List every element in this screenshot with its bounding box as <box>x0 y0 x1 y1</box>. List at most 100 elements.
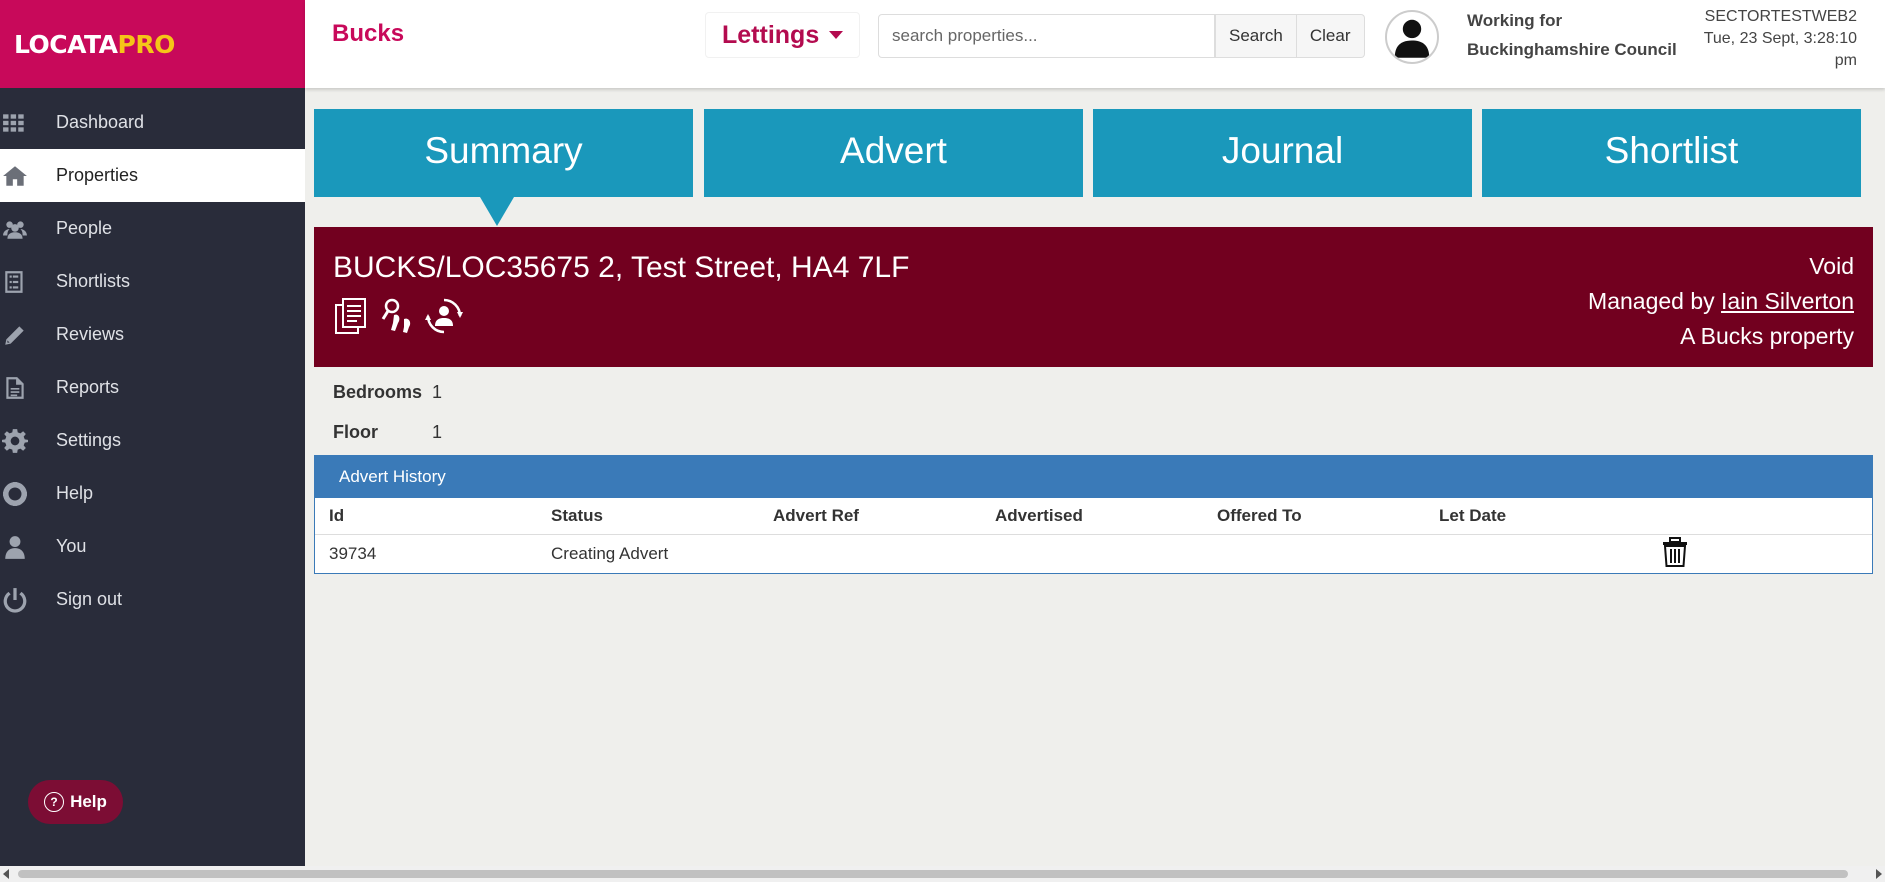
column-header-offered-to[interactable]: Offered To <box>1203 498 1425 535</box>
property-meta: Void Managed by Iain Silverton A Bucks p… <box>1588 249 1854 354</box>
logo[interactable]: LOCATAPRO <box>0 0 305 88</box>
table-row[interactable]: 39734 Creating Advert <box>315 535 1872 574</box>
cell-offered-to <box>1203 535 1425 574</box>
inspection-icon[interactable] <box>379 297 417 335</box>
server-name: SECTORTESTWEB2 <box>1704 8 1857 25</box>
lifebuoy-icon <box>0 481 56 507</box>
organisation-title: Bucks <box>332 20 405 47</box>
people-icon <box>0 216 56 242</box>
detail-value: 1 <box>432 421 443 442</box>
logo-main: LOCATA <box>14 29 118 59</box>
help-button[interactable]: ? Help <box>28 780 123 824</box>
search-button[interactable]: Search <box>1215 14 1297 58</box>
sidebar-item-settings[interactable]: Settings <box>0 414 305 467</box>
sidebar-item-shortlists[interactable]: Shortlists <box>0 255 305 308</box>
working-for-label: Working for <box>1467 11 1563 30</box>
house-icon <box>0 163 56 189</box>
column-header-actions <box>1647 498 1872 535</box>
managed-by-prefix: Managed by <box>1588 288 1722 314</box>
property-actions <box>333 297 463 335</box>
cell-id: 39734 <box>329 544 377 563</box>
property-status: Void <box>1809 253 1854 279</box>
server-info: SECTORTESTWEB2 Tue, 23 Sept, 3:28:10 pm <box>1704 6 1857 72</box>
sidebar-item-label: Dashboard <box>56 112 145 132</box>
top-header: Bucks Lettings Search Clear Working for … <box>305 0 1885 88</box>
scroll-right-icon[interactable] <box>1876 869 1882 879</box>
sidebar-item-you[interactable]: You <box>0 520 305 573</box>
tab-journal[interactable]: Journal <box>1093 109 1472 197</box>
pencil-icon <box>0 322 56 348</box>
column-header-advertised[interactable]: Advertised <box>981 498 1203 535</box>
managed-by: Managed by Iain Silverton <box>1588 284 1854 319</box>
module-dropdown-label: Lettings <box>722 20 820 49</box>
working-for-org: Buckinghamshire Council <box>1467 40 1677 59</box>
sidebar-item-label: You <box>56 536 87 556</box>
search-input[interactable] <box>878 14 1215 58</box>
scroll-left-icon[interactable] <box>3 869 9 879</box>
sidebar-item-reviews[interactable]: Reviews <box>0 308 305 361</box>
module-dropdown[interactable]: Lettings <box>705 12 861 58</box>
gear-icon <box>0 428 56 454</box>
advert-history-table: Id Status Advert Ref Advertised Offered … <box>315 498 1872 573</box>
sidebar-item-label: People <box>56 218 113 238</box>
sidebar-item-dashboard[interactable]: Dashboard <box>0 96 305 149</box>
cell-let-date <box>1425 535 1647 574</box>
sidebar-item-sign-out[interactable]: Sign out <box>0 573 305 626</box>
property-banner: BUCKS/LOC35675 2, Test Street, HA4 7LF V… <box>314 227 1873 367</box>
tab-advert[interactable]: Advert <box>704 109 1083 197</box>
caret-down-icon <box>829 31 844 39</box>
datetime: Tue, 23 Sept, 3:28:10 <box>1703 30 1857 47</box>
sidebar-item-properties[interactable]: Properties <box>0 149 305 202</box>
manager-link[interactable]: Iain Silverton <box>1721 288 1854 314</box>
column-header-id[interactable]: Id <box>315 498 537 535</box>
scrollbar-thumb[interactable] <box>18 870 1848 878</box>
sidebar-nav: Dashboard Properties People Shortlists R… <box>0 96 305 626</box>
avatar[interactable] <box>1385 10 1439 64</box>
property-details: Bedrooms 1 Floor 1 <box>333 372 442 452</box>
sidebar-item-label: Properties <box>56 165 139 185</box>
trash-icon[interactable] <box>1661 536 1689 567</box>
tab-summary[interactable]: Summary <box>314 109 693 197</box>
table-header-row: Id Status Advert Ref Advertised Offered … <box>315 498 1872 535</box>
sidebar-item-help[interactable]: Help <box>0 467 305 520</box>
grid-icon <box>0 110 56 136</box>
sidebar-item-label: Help <box>56 483 94 503</box>
list-icon <box>0 269 56 295</box>
question-icon: ? <box>44 792 65 812</box>
sidebar-item-label: Reviews <box>56 324 125 344</box>
sidebar-item-people[interactable]: People <box>0 202 305 255</box>
tab-shortlist[interactable]: Shortlist <box>1482 109 1861 197</box>
property-ownership: A Bucks property <box>1680 323 1854 349</box>
active-tab-pointer <box>480 197 514 226</box>
column-header-status[interactable]: Status <box>537 498 759 535</box>
power-icon <box>0 587 56 613</box>
detail-row-floor: Floor 1 <box>333 412 442 452</box>
sidebar: LOCATAPRO Dashboard Properties People Sh… <box>0 0 305 866</box>
horizontal-scrollbar[interactable] <box>0 866 1885 882</box>
column-header-advert-ref[interactable]: Advert Ref <box>759 498 981 535</box>
cell-advert-ref <box>759 535 981 574</box>
advert-history-panel: Advert History Id Status Advert Ref Adve… <box>314 455 1873 574</box>
cell-advertised <box>981 535 1203 574</box>
sidebar-item-reports[interactable]: Reports <box>0 361 305 414</box>
user-icon <box>0 534 56 560</box>
user-icon <box>1394 19 1430 58</box>
sidebar-item-label: Settings <box>56 430 122 450</box>
person-refresh-icon[interactable] <box>425 297 463 335</box>
sidebar-item-label: Shortlists <box>56 271 131 291</box>
clear-button[interactable]: Clear <box>1296 14 1365 58</box>
help-button-label: Help <box>70 792 107 811</box>
sidebar-item-label: Reports <box>56 377 120 397</box>
documents-icon[interactable] <box>333 297 371 335</box>
column-header-let-date[interactable]: Let Date <box>1425 498 1647 535</box>
property-address: BUCKS/LOC35675 2, Test Street, HA4 7LF <box>333 251 910 284</box>
detail-value: 1 <box>432 381 443 402</box>
document-icon <box>0 375 56 401</box>
logo-accent: PRO <box>117 29 176 59</box>
datetime-suffix: pm <box>1834 52 1857 69</box>
panel-title: Advert History <box>315 456 1872 498</box>
detail-label: Bedrooms <box>333 381 423 402</box>
detail-row-bedrooms: Bedrooms 1 <box>333 372 442 412</box>
sidebar-item-label: Sign out <box>56 589 123 609</box>
working-for: Working for Buckinghamshire Council <box>1467 6 1677 64</box>
